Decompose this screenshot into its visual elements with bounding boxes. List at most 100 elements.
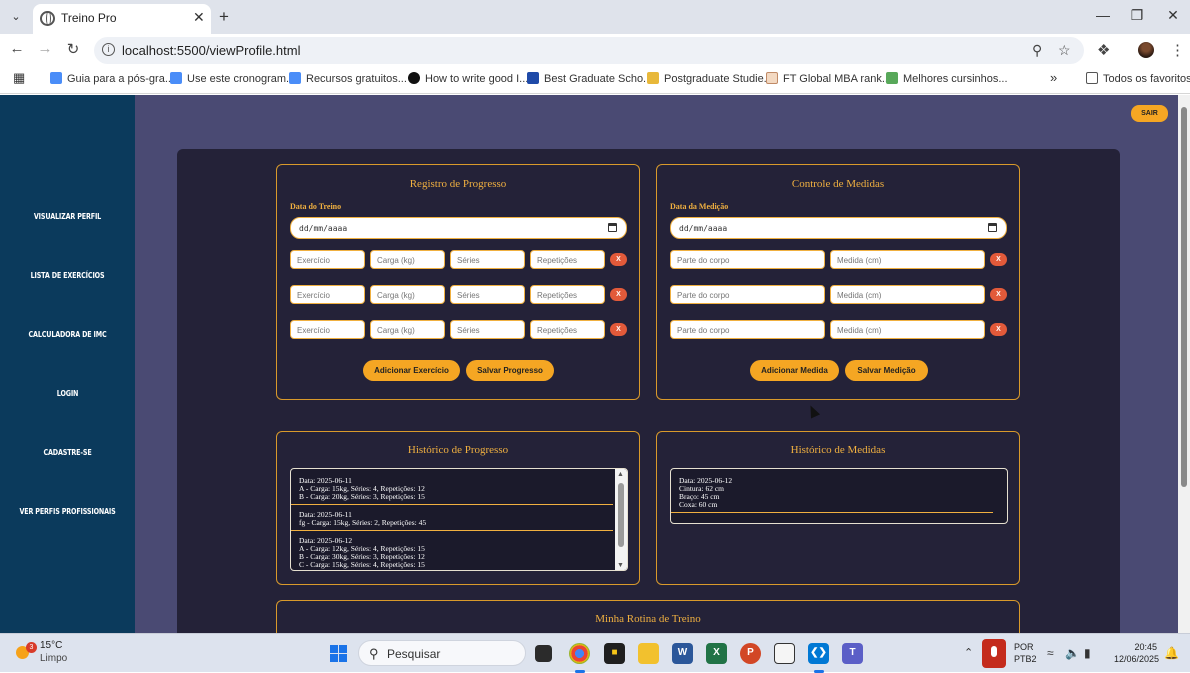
volume-icon[interactable]: 🔈 (1065, 646, 1080, 660)
exercise-reps-input[interactable]: Repetições (530, 250, 605, 269)
bookmark-item[interactable]: Melhores cursinhos... (886, 72, 1008, 85)
remove-exercise-button[interactable]: X (610, 323, 627, 336)
back-icon[interactable]: ← (7, 40, 27, 57)
more-menu-icon[interactable]: ⋮ (1170, 41, 1185, 59)
measure-cm-input[interactable]: Medida (cm) (830, 320, 985, 339)
bookmark-item[interactable]: FT Global MBA rank... (766, 72, 891, 85)
exercise-reps-input[interactable]: Repetições (530, 320, 605, 339)
battery-icon[interactable]: ▮ (1084, 646, 1091, 660)
body-part-input[interactable]: Parte do corpo (670, 320, 825, 339)
vscode-icon[interactable]: ❮❯ (808, 643, 829, 664)
date-placeholder: dd/mm/aaaa (679, 224, 728, 233)
browser-tab[interactable]: Treino Pro ✕ (33, 4, 211, 34)
task-view-icon[interactable] (535, 645, 552, 662)
powerpoint-icon[interactable]: P (740, 643, 761, 664)
remove-exercise-button[interactable]: X (610, 253, 627, 266)
minimize-icon[interactable]: — (1088, 7, 1118, 23)
bookmark-item[interactable]: Recursos gratuitos... (289, 72, 407, 85)
notification-bell-icon[interactable]: 🔔 (1164, 646, 1179, 660)
word-icon[interactable]: W (672, 643, 693, 664)
tab-search-chevron-icon[interactable]: ⌄ (7, 8, 25, 26)
measure-cm-input[interactable]: Medida (cm) (830, 250, 985, 269)
body-part-input[interactable]: Parte do corpo (670, 250, 825, 269)
weather-desc[interactable]: Limpo (40, 653, 67, 664)
teams-icon[interactable]: T (842, 643, 863, 664)
microphone-icon[interactable] (982, 639, 1006, 668)
remove-exercise-button[interactable]: X (610, 288, 627, 301)
input-language[interactable]: POR PTB2 (1014, 641, 1037, 665)
clock-app-icon[interactable] (774, 643, 795, 664)
site-info-icon[interactable]: i (102, 43, 115, 56)
weather-sun-icon[interactable]: 3 (16, 642, 37, 660)
add-exercise-button[interactable]: Adicionar Exercício (363, 360, 460, 381)
measure-date-input[interactable]: dd/mm/aaaa (670, 217, 1007, 239)
progress-history-list[interactable]: Data: 2025-06-11 A - Carga: 15kg, Séries:… (290, 468, 628, 571)
bookmarks-overflow-icon[interactable]: » (1050, 70, 1057, 85)
reload-icon[interactable]: ↻ (63, 40, 83, 58)
exercise-name-input[interactable]: Exercício (290, 285, 365, 304)
history-scrollbar[interactable]: ▲ ▼ (615, 469, 627, 570)
new-tab-icon[interactable]: + (219, 7, 229, 27)
remove-measure-button[interactable]: X (990, 253, 1007, 266)
taskbar-search[interactable]: ⚲ Pesquisar (358, 640, 526, 666)
apps-grid-icon[interactable]: ▦ (13, 70, 25, 86)
remove-measure-button[interactable]: X (990, 288, 1007, 301)
bookmark-item[interactable]: How to write good I... (408, 72, 528, 85)
exercise-reps-input[interactable]: Repetições (530, 285, 605, 304)
calendar-icon[interactable] (608, 223, 617, 232)
sidebar-item-lista-exercicios[interactable]: Lista de Exercícios (14, 271, 122, 280)
sidebar-item-cadastre-se[interactable]: Cadastre-se (14, 448, 122, 457)
remove-measure-button[interactable]: X (990, 323, 1007, 336)
bookmark-item[interactable]: Guia para a pós-gra... (50, 72, 174, 85)
bookmark-item[interactable]: Postgraduate Studie... (647, 72, 773, 85)
bookmark-item[interactable]: Use este cronogram... (170, 72, 295, 85)
extensions-icon[interactable]: ❖ (1097, 41, 1110, 59)
measure-cm-input[interactable]: Medida (cm) (830, 285, 985, 304)
bookmark-star-icon[interactable]: ☆ (1058, 42, 1071, 59)
forward-icon[interactable]: → (35, 40, 55, 57)
restore-icon[interactable]: ❐ (1122, 7, 1152, 24)
workout-date-input[interactable]: dd/mm/aaaa (290, 217, 627, 239)
scroll-up-icon[interactable]: ▲ (617, 471, 624, 478)
page-scroll-thumb[interactable] (1181, 107, 1187, 487)
exercise-load-input[interactable]: Carga (kg) (370, 285, 445, 304)
logout-button[interactable]: SAIR (1131, 105, 1168, 122)
file-explorer-icon[interactable] (638, 643, 659, 664)
save-progress-button[interactable]: Salvar Progresso (466, 360, 554, 381)
sidebar-item-login[interactable]: Login (14, 389, 122, 398)
exercise-name-input[interactable]: Exercício (290, 250, 365, 269)
sidebar-item-calculadora-imc[interactable]: Calculadora de IMC (14, 330, 122, 339)
save-measure-button[interactable]: Salvar Medição (845, 360, 928, 381)
clock-time: 20:45 (1134, 642, 1157, 652)
exercise-sets-input[interactable]: Séries (450, 320, 525, 339)
start-windows-icon[interactable] (330, 645, 347, 662)
exercise-load-input[interactable]: Carga (kg) (370, 250, 445, 269)
all-bookmarks-folder[interactable]: Todos os favoritos (1086, 72, 1190, 85)
taskbar-search-label: Pesquisar (387, 647, 441, 661)
bookmark-item[interactable]: Best Graduate Scho... (527, 72, 652, 85)
system-clock[interactable]: 20:45 12/06/2025 (1114, 641, 1159, 665)
scroll-down-icon[interactable]: ▼ (617, 562, 624, 569)
page-scrollbar[interactable] (1178, 95, 1190, 633)
add-measure-button[interactable]: Adicionar Medida (750, 360, 839, 381)
exercise-name-input[interactable]: Exercício (290, 320, 365, 339)
tray-overflow-icon[interactable]: ⌃ (964, 646, 973, 659)
sticky-notes-icon[interactable]: ■ (604, 643, 625, 664)
close-tab-icon[interactable]: ✕ (193, 9, 205, 26)
wifi-icon[interactable]: ≈ (1047, 646, 1054, 660)
scroll-thumb[interactable] (618, 483, 624, 547)
sidebar-item-visualizar-perfil[interactable]: Visualizar Perfil (14, 212, 122, 221)
close-window-icon[interactable]: ✕ (1158, 7, 1188, 24)
calendar-icon[interactable] (988, 223, 997, 232)
sidebar-item-ver-perfis-profissionais[interactable]: Ver Perfis Profissionais (14, 507, 122, 516)
zoom-icon[interactable]: ⚲ (1032, 42, 1042, 59)
exercise-sets-input[interactable]: Séries (450, 250, 525, 269)
address-bar[interactable]: i localhost:5500/viewProfile.html ⚲ ☆ (94, 37, 1084, 64)
body-part-input[interactable]: Parte do corpo (670, 285, 825, 304)
chrome-icon[interactable] (569, 643, 590, 664)
profile-avatar[interactable] (1138, 42, 1154, 58)
excel-icon[interactable]: X (706, 643, 727, 664)
exercise-sets-input[interactable]: Séries (450, 285, 525, 304)
exercise-load-input[interactable]: Carga (kg) (370, 320, 445, 339)
weather-temp[interactable]: 15°C (40, 640, 62, 651)
